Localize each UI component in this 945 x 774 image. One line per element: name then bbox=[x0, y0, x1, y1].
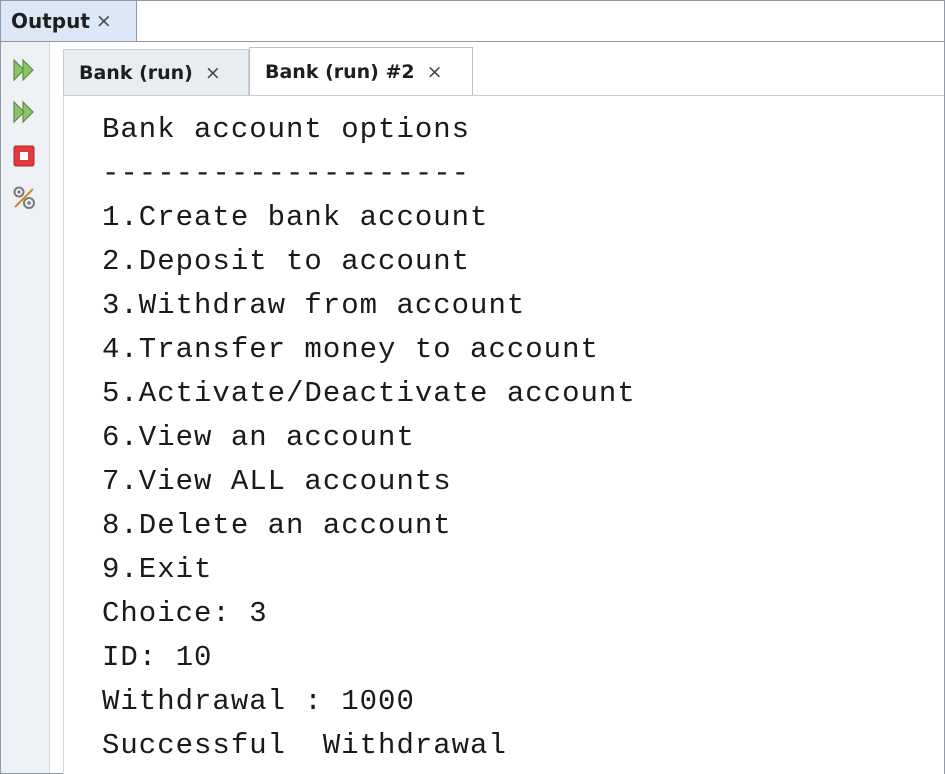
tab-bank-run-label: Bank (run) bbox=[79, 61, 193, 84]
console-line: Successful Withdrawal bbox=[102, 729, 507, 762]
output-window: Output × Bank (run) × Bank (run) #2 × Ba… bbox=[0, 0, 945, 774]
console-line: -------------------- bbox=[102, 157, 471, 190]
console-line: 9.Exit bbox=[102, 553, 213, 586]
close-icon[interactable]: × bbox=[427, 61, 443, 83]
output-tab-strip: Output × bbox=[1, 1, 944, 42]
console-line: Bank account options bbox=[102, 113, 471, 146]
tab-bank-run-2-label: Bank (run) #2 bbox=[265, 60, 415, 83]
console-line: 6.View an account bbox=[102, 421, 415, 454]
tab-output[interactable]: Output × bbox=[1, 1, 137, 41]
console-line: 2.Deposit to account bbox=[102, 245, 471, 278]
stop-icon[interactable] bbox=[8, 140, 40, 172]
console-line: 3.Withdraw from account bbox=[102, 289, 526, 322]
output-toolbar bbox=[1, 42, 50, 773]
tab-bank-run[interactable]: Bank (run) × bbox=[63, 49, 249, 95]
console-line: 8.Delete an account bbox=[102, 509, 452, 542]
console-line: 7.View ALL accounts bbox=[102, 465, 452, 498]
rerun-icon[interactable] bbox=[8, 54, 40, 86]
console-line: 1.Create bank account bbox=[102, 201, 489, 234]
close-icon[interactable]: × bbox=[205, 62, 221, 84]
console-line: 5.Activate/Deactivate account bbox=[102, 377, 636, 410]
console-line: Choice: 3 bbox=[102, 597, 268, 630]
tab-output-label: Output bbox=[11, 9, 90, 33]
console-lines: Bank account options -------------------… bbox=[102, 108, 636, 768]
console-line: Withdrawal : 1000 bbox=[102, 685, 415, 718]
console-line: ID: 10 bbox=[102, 641, 213, 674]
rerun-with-options-icon[interactable] bbox=[8, 96, 40, 128]
close-icon[interactable]: × bbox=[96, 10, 112, 32]
settings-icon[interactable] bbox=[8, 182, 40, 214]
console-line: 4.Transfer money to account bbox=[102, 333, 599, 366]
tab-bank-run-2[interactable]: Bank (run) #2 × bbox=[249, 47, 473, 95]
console-output[interactable]: Bank account options -------------------… bbox=[63, 95, 944, 774]
run-tabs: Bank (run) × Bank (run) #2 × bbox=[63, 47, 943, 95]
